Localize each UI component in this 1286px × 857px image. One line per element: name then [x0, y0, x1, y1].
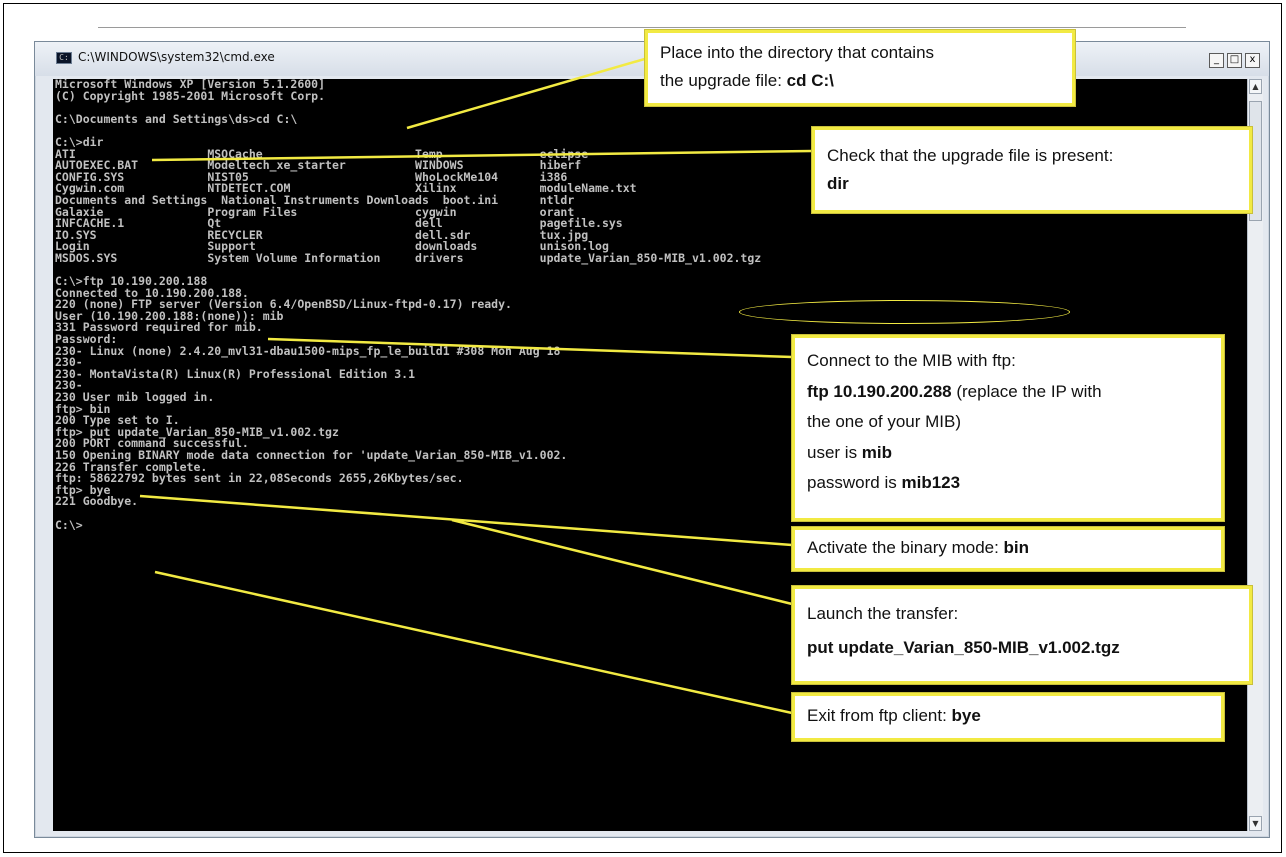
callout-put: Launch the transfer: put update_Varian_8…	[792, 586, 1252, 684]
callout-ftp-user-prefix: user is	[807, 442, 862, 462]
terminal-line: 221 Goodbye.	[55, 494, 139, 509]
callout-ftp: Connect to the MIB with ftp: ftp 10.190.…	[792, 335, 1224, 521]
cmd-icon: C:	[56, 52, 72, 64]
terminal-line: 230- Linux (none) 2.4.20_mvl31-dbau1500-…	[55, 343, 561, 358]
terminal-line: 230 User mib logged in.	[55, 390, 215, 405]
callout-bye: Exit from ftp client: bye	[792, 693, 1224, 741]
callout-put-line1: Launch the transfer:	[807, 604, 959, 623]
callout-ftp-line1: Connect to the MIB with ftp:	[807, 351, 1016, 370]
callout-bin-command: bin	[1003, 538, 1030, 557]
minimize-button[interactable]: _	[1209, 53, 1224, 68]
terminal-line: 331 Password required for mib.	[55, 320, 263, 335]
terminal-line: ftp> bye	[55, 482, 111, 497]
callout-dir-command: dir	[827, 174, 849, 193]
callout-put-command: put update_Varian_850-MIB_v1.002.tgz	[807, 638, 1120, 657]
callout-cd-line2-prefix: the upgrade file:	[660, 71, 787, 90]
divider-line	[98, 27, 1186, 28]
terminal-line: ftp: 58622792 bytes sent in 22,08Seconds…	[55, 471, 464, 486]
callout-cd-line1: Place into the directory that contains	[660, 43, 935, 62]
scroll-down-arrow-icon[interactable]: ▼	[1249, 816, 1262, 831]
callout-bye-command: bye	[951, 706, 981, 725]
callout-dir: Check that the upgrade file is present: …	[812, 127, 1252, 213]
terminal-line: MSDOS.SYS System Volume Information driv…	[55, 250, 762, 265]
maximize-button[interactable]: □	[1227, 53, 1242, 68]
callout-cd-command: cd C:\	[786, 71, 834, 90]
callout-cd: Place into the directory that contains t…	[645, 30, 1075, 106]
callout-ftp-command: ftp 10.190.200.288	[807, 381, 952, 401]
terminal-line: C:\>	[55, 517, 83, 532]
callout-bin: Activate the binary mode: bin	[792, 527, 1224, 571]
callout-ftp-password-value: mib123	[901, 473, 961, 492]
scroll-up-arrow-icon[interactable]: ▲	[1249, 79, 1262, 94]
terminal-line: 230- MontaVista(R) Linux(R) Professional…	[55, 366, 416, 381]
callout-dir-line1: Check that the upgrade file is present:	[827, 146, 1114, 165]
callout-bye-prefix: Exit from ftp client:	[807, 706, 952, 725]
terminal-output: Microsoft Windows XP [Version 5.1.2600](…	[55, 79, 761, 531]
callout-ftp-line3: the one of your MIB)	[807, 412, 962, 431]
window-title: C:\WINDOWS\system32\cmd.exe	[78, 50, 275, 64]
callout-ftp-password-prefix: password is	[807, 473, 902, 492]
close-button[interactable]: x	[1245, 53, 1260, 68]
callout-ftp-user-value: mib	[861, 442, 893, 462]
highlight-ellipse	[739, 300, 1070, 324]
callout-bin-prefix: Activate the binary mode:	[807, 538, 1004, 557]
callout-ftp-line2-rest: (replace the IP with	[951, 381, 1102, 401]
terminal-line: C:\Documents and Settings\ds>cd C:\	[55, 111, 298, 126]
